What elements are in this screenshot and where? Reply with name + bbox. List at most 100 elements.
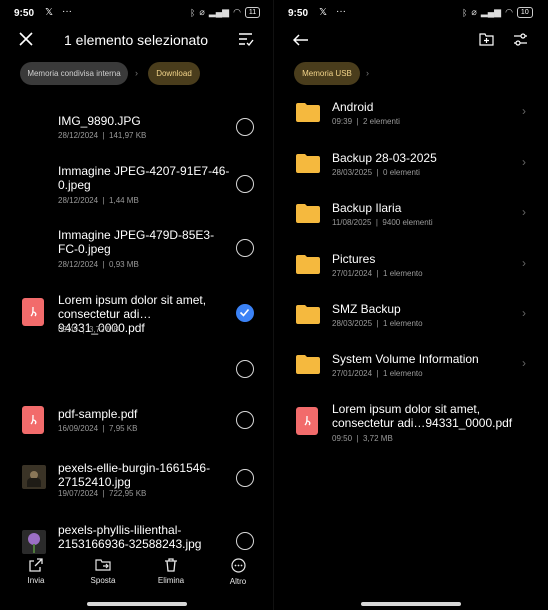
more-notifications-icon: ··· [62,6,72,17]
folder-name: Android [332,100,374,114]
chevron-right-icon: › [522,306,526,320]
select-checkbox[interactable] [236,118,254,136]
folder-meta: 28/03/2025 | 0 elementi [332,168,420,177]
folder-name: SMZ Backup [332,302,401,316]
folder-icon [296,255,320,274]
file-name: IMG_9890.JPG [58,114,141,128]
folder-item[interactable]: System Volume Information 27/01/2024 | 1… [274,352,548,400]
folder-list: Android 09:39 | 2 elementi › Backup 28-0… [274,100,548,520]
folder-meta: 11/08/2025 | 9400 elementi [332,218,433,227]
mute-icon: ⌀ [471,7,477,17]
signal-icon: ▂▄▆ [480,7,502,17]
select-checkbox[interactable] [236,175,254,193]
page-title: 1 elemento selezionato [64,32,208,48]
list-item[interactable]: pdf-sample.pdf 16/09/2024 | 7,95 KB [0,404,274,438]
folder-meta: 09:39 | 2 elementi [332,117,400,126]
back-arrow-icon[interactable] [292,33,309,51]
more-notifications-icon: ··· [336,6,346,17]
folder-icon [296,305,320,324]
list-item[interactable]: Immagine JPEG-4207-91E7-46-0.jpeg 28/12/… [0,164,274,210]
status-bar: 9:50 𝕏 ··· ᛒ ⌀ ▂▄▆ ◠ 10 [274,0,548,26]
file-name: Immagine JPEG-4207-91E7-46-0.jpeg [58,164,230,192]
folder-name: Pictures [332,252,376,266]
x-app-icon: 𝕏 [319,7,328,18]
home-indicator[interactable] [87,602,187,606]
move-button[interactable]: Sposta [78,558,128,585]
move-label: Sposta [90,576,116,585]
select-checkbox[interactable] [236,411,254,429]
list-item[interactable]: Lorem ipsum dolor sit amet, consectetur … [274,402,548,448]
select-all-icon[interactable] [238,32,254,51]
breadcrumb-internal-storage[interactable]: Memoria condivisa interna [20,62,128,85]
share-icon [29,558,43,572]
folder-item[interactable]: Backup Ilaria 11/08/2025 | 9400 elementi… [274,201,548,249]
pdf-icon [296,407,318,435]
folder-meta: 27/01/2024 | 1 elemento [332,369,423,378]
folder-item[interactable]: Backup 28-03-2025 28/03/2025 | 0 element… [274,151,548,199]
list-item[interactable]: pexels-ellie-burgin-1661546-27152410.jpg… [0,459,274,503]
file-name: Lorem ipsum dolor sit amet, consectetur … [332,402,513,430]
folder-item[interactable]: SMZ Backup 28/03/2025 | 1 elemento › [274,302,548,350]
status-icons: ᛒ ⌀ ▂▄▆ ◠ 10 [462,7,533,18]
sort-filter-icon[interactable] [513,33,528,51]
breadcrumb-download[interactable]: Download [148,62,200,85]
list-item[interactable]: Immagine JPEG-479D-85E3-FC-0.jpeg 28/12/… [0,228,274,274]
wifi-icon: ◠ [233,7,241,17]
file-meta: 28/12/2024 | 141,97 KB [58,131,147,140]
breadcrumb-usb-storage[interactable]: Memoria USB [294,62,360,85]
close-icon[interactable] [19,32,33,51]
file-name: pexels-phyllis-lilienthal-2153166936-325… [58,523,202,551]
chevron-right-icon: › [522,155,526,169]
flower-thumbnail [22,530,46,554]
file-meta: 19/07/2024 | 722,95 KB [58,489,147,498]
folder-icon [296,355,320,374]
select-checkbox[interactable] [236,239,254,257]
move-icon [95,559,111,571]
battery-icon: 10 [516,7,533,18]
breadcrumb: Memoria USB › [274,62,548,86]
select-checkbox[interactable] [236,360,254,378]
file-name: pdf-sample.pdf [58,407,138,421]
header [274,28,548,60]
chevron-right-icon: › [135,68,138,78]
list-item-selected[interactable]: Lorem ipsum dolor sit amet, consectetur … [0,293,274,339]
chevron-right-icon: › [522,256,526,270]
folder-name: Backup Ilaria [332,201,402,215]
signal-icon: ▂▄▆ [208,7,230,17]
breadcrumb: Memoria condivisa interna › Download [0,62,274,86]
select-checkbox[interactable] [236,532,254,550]
trash-icon [165,558,177,572]
selected-checkbox[interactable] [236,304,254,322]
folder-icon [296,154,320,173]
file-meta: 28/12/2024 | 0,93 MB [58,260,139,269]
delete-button[interactable]: Elimina [146,558,196,585]
panel-divider [273,0,274,610]
status-bar: 9:50 𝕏 ··· ᛒ ⌀ ▂▄▆ ◠ 11 [0,0,274,26]
folder-item[interactable]: Pictures 27/01/2024 | 1 elemento › [274,252,548,300]
bluetooth-icon: ᛒ [462,7,468,18]
folder-item[interactable]: Android 09:39 | 2 elementi › [274,100,548,148]
file-name: pexels-ellie-burgin-1661546-27152410.jpg [58,461,211,489]
list-item[interactable]: pexels-phyllis-lilienthal-2153166936-325… [0,523,274,555]
right-file-manager: 9:50 𝕏 ··· ᛒ ⌀ ▂▄▆ ◠ 10 Memoria USB › An… [274,0,548,610]
folder-name: System Volume Information [332,352,479,366]
select-checkbox[interactable] [236,469,254,487]
folder-meta: 28/03/2025 | 1 elemento [332,319,423,328]
chevron-right-icon: › [522,205,526,219]
more-icon [230,558,246,573]
delete-label: Elimina [157,576,185,585]
list-item[interactable]: IMG_9890.JPG 28/12/2024 | 141,97 KB [0,112,274,150]
x-app-icon: 𝕏 [45,7,54,18]
more-button[interactable]: Altro [213,558,263,586]
send-button[interactable]: Invia [11,558,61,585]
file-meta: 09:50 | 3,72 MB [332,434,393,443]
list-item[interactable] [0,356,274,384]
new-folder-icon[interactable] [479,33,494,51]
chevron-right-icon: › [366,68,369,78]
folder-icon [296,204,320,223]
file-meta: 28/12/2024 | 1,44 MB [58,196,139,205]
wifi-icon: ◠ [505,7,513,17]
status-icons: ᛒ ⌀ ▂▄▆ ◠ 11 [190,7,261,18]
pdf-icon [22,298,44,326]
home-indicator[interactable] [361,602,461,606]
